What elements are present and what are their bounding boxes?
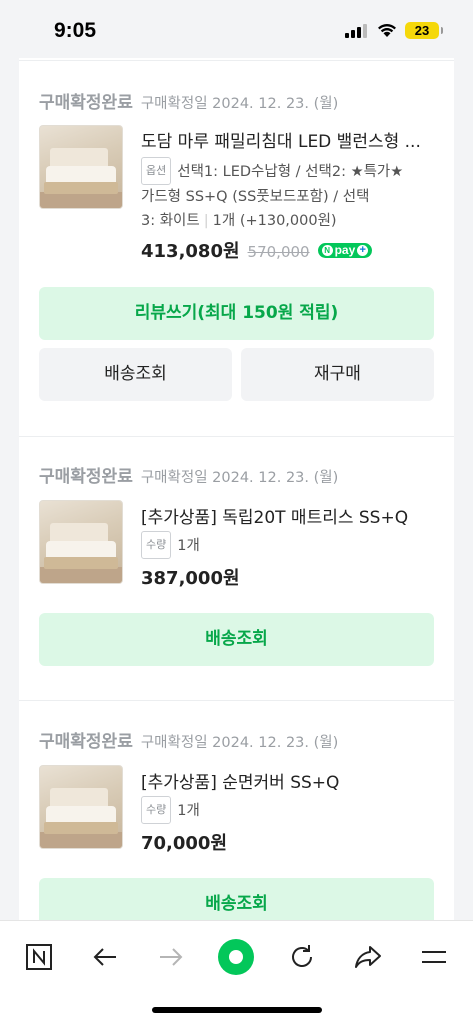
quantity-tag: 수량 (141, 531, 172, 559)
refresh-icon[interactable] (280, 935, 324, 979)
order-card: 구매확정완료 구매확정일 2024. 12. 23. (월) [추가상품] 독립… (19, 437, 454, 699)
price: 413,080원 (141, 241, 240, 262)
product-name[interactable]: [추가상품] 독립20T 매트리스 SS+Q (141, 503, 431, 528)
product-name[interactable]: 도담 마루 패밀리침대 LED 밸런스형 ... (141, 127, 431, 152)
product-thumbnail[interactable] (39, 765, 123, 849)
back-arrow-icon[interactable] (83, 935, 127, 979)
track-delivery-button[interactable]: 배송조회 (39, 878, 434, 920)
wifi-icon (378, 24, 396, 37)
quantity: 1개 (177, 803, 200, 819)
product-quantity: 수량 1개 (141, 796, 429, 824)
npay-n-icon: N (321, 244, 333, 256)
order-status: 구매확정완료 (39, 732, 133, 752)
naver-n-icon[interactable] (17, 935, 61, 979)
order-card: 구매확정완료 구매확정일 2024. 12. 23. (월) 도담 마루 패밀리… (19, 61, 454, 436)
cellular-signal-icon (345, 24, 367, 38)
status-bar: 9:05 23 (0, 0, 473, 58)
order-header: 구매확정완료 구매확정일 2024. 12. 23. (월) (39, 727, 338, 752)
status-time: 9:05 (54, 19, 97, 42)
battery-icon: 23 (405, 22, 439, 39)
option-line-1: 선택1: LED수납형 / 선택2: ★특가★ (177, 164, 404, 180)
option-line-3: 3: 화이트 (141, 213, 200, 229)
reorder-button[interactable]: 재구매 (241, 348, 434, 401)
product-name[interactable]: [추가상품] 순면커버 SS+Q (141, 768, 431, 793)
product-thumbnail[interactable] (39, 125, 123, 209)
price: 387,000원 (141, 568, 240, 589)
share-icon[interactable] (346, 935, 390, 979)
quantity: 1개 (177, 538, 200, 554)
menu-icon[interactable] (412, 935, 456, 979)
order-date: 구매확정일 2024. 12. 23. (월) (140, 470, 339, 486)
product-quantity: 수량 1개 (141, 531, 429, 559)
price-row: 70,000원 (141, 829, 227, 855)
browser-toolbar (0, 920, 473, 1024)
npay-label: pay (334, 243, 356, 257)
original-price: 570,000 (247, 243, 310, 261)
home-indicator (152, 1007, 322, 1013)
order-status: 구매확정완료 (39, 467, 133, 487)
battery-tip (441, 27, 443, 34)
order-header: 구매확정완료 구매확정일 2024. 12. 23. (월) (39, 462, 338, 487)
order-card: 구매확정완료 구매확정일 2024. 12. 23. (월) [추가상품] 순면… (19, 701, 454, 920)
order-header: 구매확정완료 구매확정일 2024. 12. 23. (월) (39, 88, 338, 113)
quantity-tag: 수량 (141, 796, 172, 824)
track-delivery-button[interactable]: 배송조회 (39, 613, 434, 666)
order-date: 구매확정일 2024. 12. 23. (월) (140, 735, 339, 751)
price-row: 413,080원 570,000 N pay + (141, 237, 373, 263)
order-date: 구매확정일 2024. 12. 23. (월) (140, 96, 339, 112)
option-tag: 옵션 (141, 157, 172, 185)
quantity: 1개 (+130,000원) (212, 213, 337, 229)
option-line-2: 가드형 SS+Q (SS풋보드포함) / 선택 (141, 189, 370, 205)
track-delivery-button[interactable]: 배송조회 (39, 348, 232, 401)
plus-icon: + (357, 244, 369, 256)
order-status: 구매확정완료 (39, 93, 133, 113)
npay-plus-badge: N pay + (317, 242, 373, 258)
forward-arrow-icon[interactable] (149, 935, 193, 979)
price-row: 387,000원 (141, 564, 240, 590)
product-options: 옵션 선택1: LED수납형 / 선택2: ★특가★ 가드형 SS+Q (SS풋보… (141, 157, 429, 233)
product-thumbnail[interactable] (39, 500, 123, 584)
price: 70,000원 (141, 833, 228, 854)
write-review-button[interactable]: 리뷰쓰기(최대 150원 적립) (39, 287, 434, 340)
green-dot-icon[interactable] (214, 935, 258, 979)
